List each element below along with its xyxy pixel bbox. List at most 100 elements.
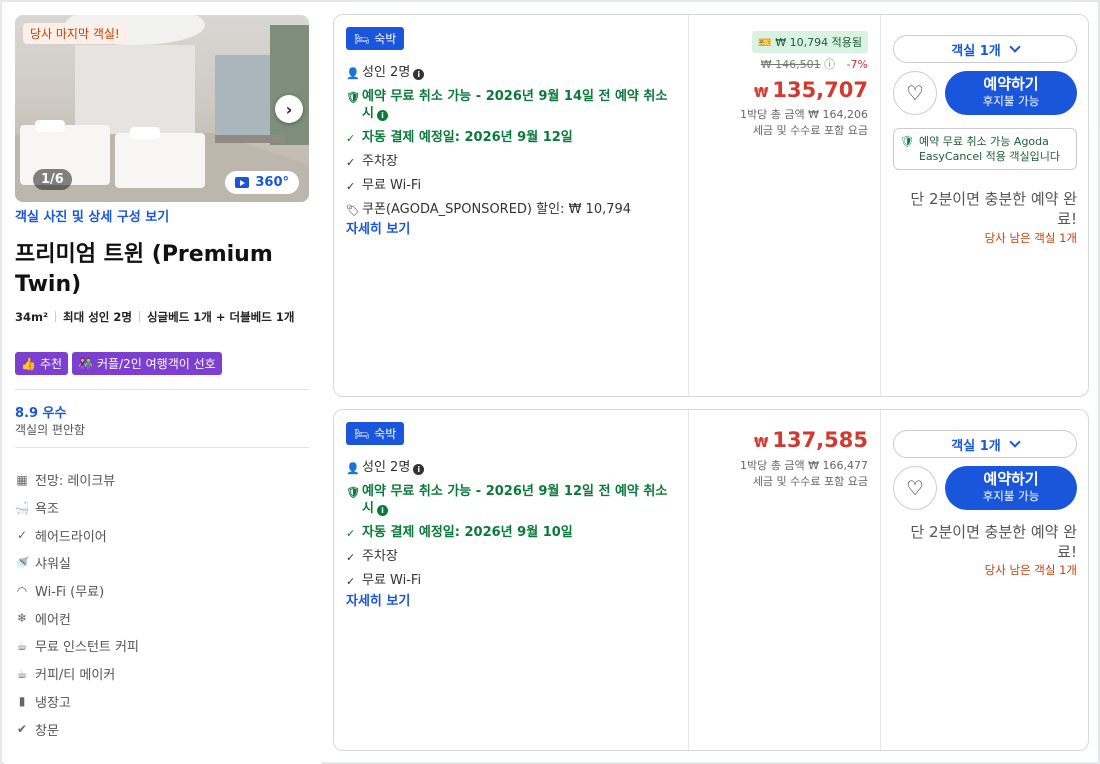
wifi-icon: ◠: [16, 583, 28, 598]
shield-check-icon: 🛡: [900, 135, 914, 148]
tag-label: 추천: [39, 357, 63, 371]
amenity-label: 에어컨: [35, 612, 71, 628]
parking-label: 주차장: [362, 154, 398, 169]
photo-counter: 1/6: [33, 169, 72, 190]
book-button[interactable]: 예약하기 후지불 가능: [945, 71, 1077, 115]
check-icon: ✓: [346, 575, 356, 588]
amenity-item: ☕ 무료 인스턴트 커피: [15, 632, 139, 660]
coupon-label: 쿠폰(AGODA_SPONSORED) 할인: ₩ 10,794: [362, 202, 632, 217]
info-icon[interactable]: i: [413, 69, 425, 80]
rooms-select[interactable]: 객실 1개: [893, 430, 1077, 458]
bed-icon: 🛏: [354, 426, 370, 441]
amenity-label: Wi-Fi (무료): [35, 585, 105, 601]
autopay-row: ✓ 자동 결제 예정일: 2026년 9월 10일: [346, 524, 676, 542]
room-photos-link[interactable]: 객실 사진 및 상세 구성 보기: [15, 206, 169, 225]
divider: [15, 447, 309, 448]
amenity-item: ✔ 창문: [15, 715, 139, 743]
check-icon: ✓: [346, 156, 356, 169]
parking-label: 주차장: [362, 549, 398, 564]
divider: [15, 389, 309, 390]
wifi-row: ✓ 무료 Wi-Fi: [346, 572, 676, 590]
wifi-label: 무료 Wi-Fi: [362, 178, 422, 193]
price-value: 137,585: [772, 428, 868, 452]
check-icon: ✓: [346, 180, 356, 193]
offer-card: 🛏 숙박 👤 성인 2명 i 🛡 예약 무료 취소 가능 - 2026년 9월 1…: [333, 14, 1089, 397]
info-icon[interactable]: i: [376, 505, 388, 516]
window-icon: ✔: [16, 722, 28, 737]
guests-row: 👤 성인 2명 i: [346, 64, 676, 82]
guests-label: 성인 2명: [362, 460, 411, 475]
fridge-icon: ▮: [18, 694, 26, 709]
room-size: 34m²: [15, 310, 49, 324]
guests-label: 성인 2명: [362, 65, 411, 80]
rooms-left-note: 당사 남은 객실 1개: [984, 563, 1077, 577]
original-price-value: ₩ 146,501: [760, 58, 821, 71]
shield-check-icon: 🛡: [346, 486, 360, 499]
more-details-link[interactable]: 자세히 보기: [346, 590, 410, 609]
free-cancel-row: 🛡 예약 무료 취소 가능 - 2026년 9월 12일 전 예약 취소 시i: [346, 483, 676, 517]
view-360-label: 360°: [255, 175, 289, 190]
coffee-cup-icon: ☕: [16, 666, 28, 681]
view-360-button[interactable]: 360°: [225, 171, 299, 194]
more-details-link[interactable]: 자세히 보기: [346, 218, 410, 237]
person-icon: 👤: [346, 462, 360, 475]
rooms-select-label: 객실 1개: [951, 43, 1001, 59]
last-room-badge: 당사 마지막 객실!: [23, 23, 127, 44]
favorite-button[interactable]: ♡: [893, 466, 937, 510]
amenity-item: ❄ 에어컨: [15, 604, 139, 632]
price: ₩135,707: [754, 78, 868, 102]
offer-price: ₩137,585 1박당 총 금액 ₩ 166,477 세금 및 수수료 포함 …: [688, 410, 880, 750]
autopay-label: 자동 결제 예정일: 2026년 9월 12일: [362, 130, 573, 145]
room-photo[interactable]: 당사 마지막 객실! › 1/6 360°: [15, 15, 309, 202]
amenity-label: 무료 인스턴트 커피: [35, 640, 139, 656]
check-icon: ✓: [346, 527, 356, 540]
review-score: 8.9 우수: [15, 406, 67, 421]
info-icon[interactable]: i: [413, 464, 425, 475]
amenity-label: 커피/티 메이커: [35, 668, 116, 684]
book-button[interactable]: 예약하기 후지불 가능: [945, 466, 1077, 510]
amenity-label: 헤어드라이어: [35, 529, 107, 545]
coffee-machine-icon: ☕: [16, 638, 28, 653]
amenity-item: ◠ Wi-Fi (무료): [15, 577, 139, 605]
stay-label: 숙박: [374, 32, 397, 46]
parking-row: ✓ 주차장: [346, 548, 676, 566]
total-price-note: 1박당 총 금액 ₩ 164,206: [740, 108, 868, 121]
heart-icon: ♡: [906, 81, 924, 105]
free-cancel-label: 예약 무료 취소 가능 - 2026년 9월 14일 전 예약 취소 시: [362, 89, 668, 121]
amenity-label: 욕조: [35, 502, 59, 518]
offer-actions: 객실 1개 ♡ 예약하기 후지불 가능 단 2분이면 충분한 예약 완료! 당사…: [880, 410, 1090, 750]
check-icon: ✓: [346, 551, 356, 564]
easycancel-box: 🛡 예약 무료 취소 가능 Agoda EasyCancel 적용 객실입니다: [893, 128, 1077, 170]
coupon-applied-label: ₩ 10,794 적용됨: [775, 36, 862, 49]
amenity-label: 샤워실: [35, 557, 71, 573]
discount-percent: -7%: [846, 58, 868, 71]
info-icon[interactable]: i: [376, 110, 388, 121]
check-icon: ✓: [346, 132, 356, 145]
price-note: 1박당 총 금액 ₩ 164,206 세금 및 수수료 포함 요금: [740, 107, 868, 139]
rooms-select[interactable]: 객실 1개: [893, 35, 1077, 63]
guests-row: 👤 성인 2명 i: [346, 459, 676, 477]
book-label: 예약하기: [983, 75, 1039, 93]
room-offer-panel: 당사 마지막 객실! › 1/6 360° 객실 사진 및 상세 구성 보기 프…: [0, 0, 1100, 764]
stay-badge: 🛏 숙박: [346, 422, 405, 445]
room-info-column: 당사 마지막 객실! › 1/6 360° 객실 사진 및 상세 구성 보기 프…: [4, 4, 322, 764]
currency-symbol: ₩: [754, 86, 769, 101]
favorite-button[interactable]: ♡: [893, 71, 937, 115]
shield-check-icon: 🛡: [346, 91, 360, 104]
chevron-right-icon: ›: [285, 99, 293, 119]
tag-label: 커플/2인 여행객이 선호: [97, 357, 216, 371]
price-note: 1박당 총 금액 ₩ 166,477 세금 및 수수료 포함 요금: [740, 458, 868, 490]
price: ₩137,585: [754, 428, 868, 452]
tag-icon: 🏷: [346, 204, 360, 217]
room-beds: 싱글베드 1개 + 더블베드 1개: [146, 310, 295, 324]
room-title: 프리미엄 트윈 (Premium Twin): [15, 242, 273, 297]
wifi-label: 무료 Wi-Fi: [362, 573, 422, 588]
next-photo-button[interactable]: ›: [275, 95, 303, 123]
quick-booking-note: 단 2분이면 충분한 예약 완료!: [910, 523, 1077, 561]
amenity-item: 🚿 샤워실: [15, 549, 139, 577]
shower-icon: 🚿: [14, 555, 30, 570]
amenity-item: ✓ 헤어드라이어: [15, 521, 139, 549]
amenity-item: ☕ 커피/티 메이커: [15, 660, 139, 688]
price-value: 135,707: [772, 78, 868, 102]
info-icon[interactable]: ⓘ: [824, 58, 835, 71]
